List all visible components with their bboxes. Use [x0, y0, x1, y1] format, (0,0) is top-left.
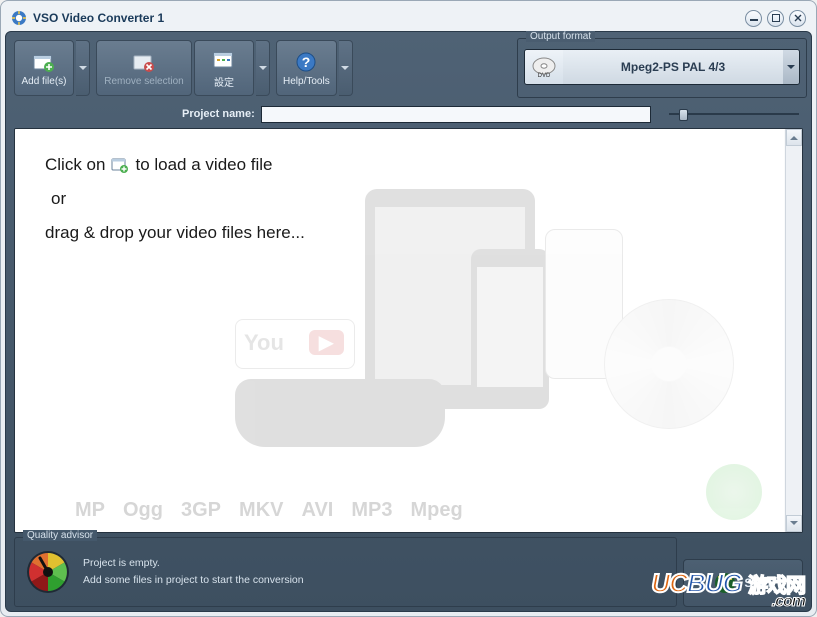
scroll-up-button[interactable] [786, 129, 802, 146]
drop-text-1a: Click on [45, 155, 105, 175]
project-name-row: Project name: [10, 100, 807, 128]
zoom-slider[interactable] [669, 106, 799, 122]
add-files-button[interactable]: Add file(s) [14, 40, 74, 96]
settings-dropdown[interactable] [256, 40, 270, 96]
output-format-group: Output format DVD Mpeg2-PS PAL 4/3 [517, 38, 807, 98]
file-list-area: Click on to load a video file or drag & … [14, 128, 803, 533]
start-icon [714, 572, 736, 594]
help-tools-label: Help/Tools [283, 76, 330, 87]
quality-text: Project is empty. Add some files in proj… [83, 555, 304, 589]
settings-icon [212, 48, 236, 72]
toolbar: Add file(s) Remove selection 設定 [10, 36, 363, 100]
help-tools-dropdown[interactable] [339, 40, 353, 96]
minimize-button[interactable] [745, 10, 762, 27]
toolbar-row: Add file(s) Remove selection 設定 [10, 36, 807, 100]
settings-button[interactable]: 設定 [194, 40, 254, 96]
start-button[interactable]: Start [683, 559, 803, 607]
remove-selection-button[interactable]: Remove selection [96, 40, 192, 96]
maximize-button[interactable] [767, 10, 784, 27]
vertical-scrollbar[interactable] [785, 129, 802, 532]
title-bar: VSO Video Converter 1 [5, 5, 812, 31]
remove-selection-label: Remove selection [104, 76, 183, 87]
start-label: Start [744, 576, 771, 590]
background-format-labels: MP Ogg 3GP MKV AVI MP3 Mpeg [75, 499, 664, 522]
main-panel: Add file(s) Remove selection 設定 [5, 31, 812, 612]
app-window: VSO Video Converter 1 Add file(s) [0, 0, 817, 617]
add-file-icon [32, 50, 56, 74]
help-icon: ? [294, 50, 318, 74]
project-name-label: Project name: [182, 108, 255, 120]
dvd-icon: DVD [525, 50, 563, 84]
drop-text-3: drag & drop your video files here... [45, 223, 754, 243]
help-tools-button[interactable]: ? Help/Tools [276, 40, 337, 96]
output-format-value: Mpeg2-PS PAL 4/3 [563, 50, 783, 84]
svg-text:?: ? [302, 54, 311, 70]
quality-advisor-group: Quality advisor Project [14, 537, 677, 607]
scroll-down-button[interactable] [786, 515, 802, 532]
project-name-input[interactable] [261, 106, 651, 123]
quality-line2: Add some files in project to start the c… [83, 572, 304, 589]
add-files-label: Add file(s) [21, 76, 66, 87]
quality-advisor-legend: Quality advisor [23, 530, 97, 541]
drop-zone[interactable]: Click on to load a video file or drag & … [15, 129, 784, 532]
remove-icon [132, 50, 156, 74]
gauge-icon [25, 549, 71, 595]
add-file-icon [111, 156, 129, 174]
output-format-legend: Output format [526, 31, 595, 42]
add-files-dropdown[interactable] [76, 40, 90, 96]
svg-text:DVD: DVD [538, 73, 551, 78]
output-format-combo[interactable]: DVD Mpeg2-PS PAL 4/3 [524, 49, 800, 85]
settings-label: 設定 [214, 74, 234, 89]
quality-line1: Project is empty. [83, 555, 304, 572]
window-title: VSO Video Converter 1 [33, 11, 164, 25]
output-format-dropdown-arrow[interactable] [783, 50, 799, 84]
drop-text-or: or [51, 189, 754, 209]
app-logo-icon [11, 10, 27, 26]
close-button[interactable] [789, 10, 806, 27]
footer: Quality advisor Project [10, 533, 807, 607]
drop-text-1b: to load a video file [135, 155, 272, 175]
